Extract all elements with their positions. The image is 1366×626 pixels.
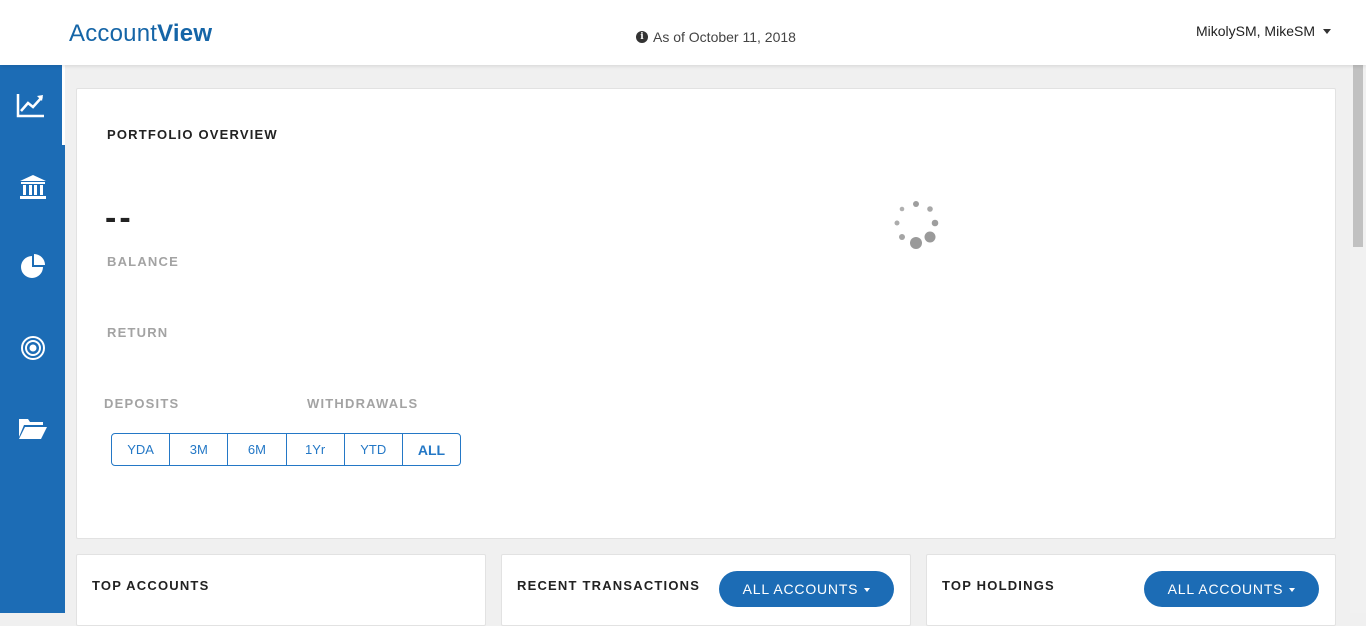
scrollbar-thumb[interactable]: [1353, 65, 1363, 247]
recent-transactions-card: RECENT TRANSACTIONS ALL ACCOUNTS: [501, 554, 911, 626]
top-accounts-card: TOP ACCOUNTS: [76, 554, 486, 626]
top-header: AccountView i As of October 11, 2018 Mik…: [0, 0, 1366, 65]
range-button-ytd[interactable]: YTD: [345, 434, 403, 465]
loading-spinner-icon: [894, 201, 939, 249]
sidebar-item-accounts[interactable]: [0, 147, 65, 227]
filter-label: ALL ACCOUNTS: [1167, 581, 1284, 597]
chevron-down-icon: [1323, 28, 1331, 34]
user-name: MikolySM, MikeSM: [1195, 23, 1315, 39]
portfolio-overview-card: PORTFOLIO OVERVIEW -- BALANCE RETURN DEP…: [76, 88, 1336, 539]
top-holdings-title: TOP HOLDINGS: [942, 578, 1055, 593]
sidebar-item-overview[interactable]: [0, 65, 65, 145]
page-scrollbar[interactable]: [1350, 65, 1366, 613]
user-menu[interactable]: MikolySM, MikeSM: [1196, 23, 1331, 39]
range-button-all[interactable]: ALL: [403, 434, 460, 465]
as-of-text: As of October 11, 2018: [653, 29, 796, 45]
sidebar-item-documents[interactable]: [0, 388, 65, 468]
filter-label: ALL ACCOUNTS: [742, 581, 859, 597]
balance-value: --: [105, 199, 134, 237]
range-button-1yr[interactable]: 1Yr: [287, 434, 345, 465]
folder-open-icon: [18, 419, 47, 439]
app-logo[interactable]: AccountView: [69, 20, 212, 48]
return-label: RETURN: [107, 325, 169, 340]
info-icon: i: [636, 31, 648, 43]
chevron-down-icon: [1289, 587, 1296, 592]
pie-chart-icon: [20, 254, 45, 278]
recent-transactions-account-filter[interactable]: ALL ACCOUNTS: [719, 571, 894, 607]
chevron-down-icon: [864, 587, 871, 592]
withdrawals-label: WITHDRAWALS: [307, 396, 419, 411]
bank-icon: [19, 175, 46, 199]
time-range-selector: YDA 3M 6M 1Yr YTD ALL: [111, 433, 461, 466]
sidebar-item-goals[interactable]: [0, 308, 65, 388]
target-icon: [20, 336, 45, 360]
balance-label: BALANCE: [107, 254, 179, 269]
top-accounts-title: TOP ACCOUNTS: [92, 578, 210, 593]
range-button-3m[interactable]: 3M: [170, 434, 229, 465]
deposits-label: DEPOSITS: [104, 396, 180, 411]
range-button-6m[interactable]: 6M: [228, 434, 287, 465]
logo-text-regular: Account: [69, 20, 158, 47]
recent-transactions-title: RECENT TRANSACTIONS: [517, 578, 701, 593]
line-chart-icon: [16, 94, 44, 118]
sidebar-nav: [0, 65, 65, 613]
as-of-date: i As of October 11, 2018: [636, 29, 796, 45]
top-holdings-account-filter[interactable]: ALL ACCOUNTS: [1144, 571, 1319, 607]
portfolio-overview-title: PORTFOLIO OVERVIEW: [107, 127, 278, 142]
sidebar-item-allocation[interactable]: [0, 226, 65, 306]
logo-text-bold: View: [157, 20, 213, 47]
top-holdings-card: TOP HOLDINGS ALL ACCOUNTS: [926, 554, 1336, 626]
range-button-yda[interactable]: YDA: [112, 434, 171, 465]
